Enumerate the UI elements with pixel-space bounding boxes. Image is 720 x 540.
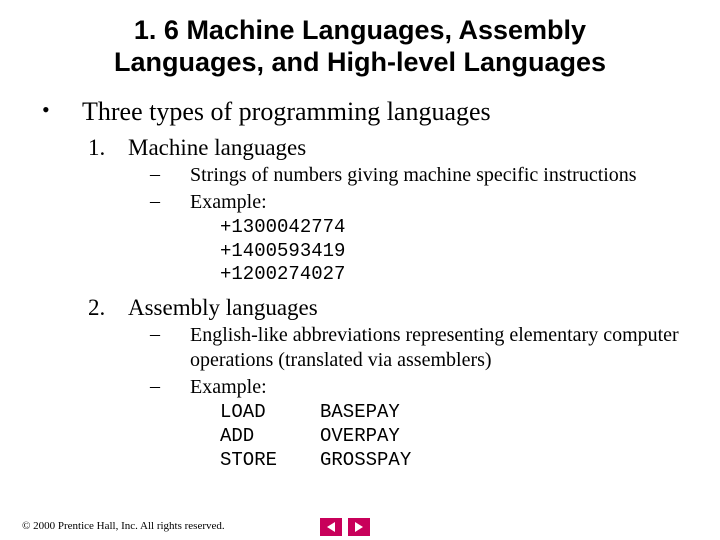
dash-item: – English-like abbreviations representin… — [150, 323, 690, 373]
slide: 1. 6 Machine Languages, Assembly Languag… — [0, 0, 720, 540]
code-line: +1200274027 — [220, 263, 690, 287]
nav-buttons — [320, 518, 370, 536]
asm-op: LOAD — [220, 401, 320, 425]
asm-op: ADD — [220, 425, 320, 449]
dash-marker: – — [150, 375, 190, 398]
dash-marker: – — [150, 323, 190, 346]
asm-arg: BASEPAY — [320, 401, 400, 425]
asm-arg: GROSSPAY — [320, 449, 411, 473]
footer: © 2000 Prentice Hall, Inc. All rights re… — [22, 520, 225, 532]
item-number: 1. — [88, 135, 128, 161]
bullet-text: Three types of programming languages — [82, 97, 491, 127]
machine-code-block: +1300042774 +1400593419 +1200274027 — [220, 216, 690, 287]
assembly-code-block: LOAD BASEPAY ADD OVERPAY STORE GROSSPAY — [220, 401, 690, 472]
asm-line: STORE GROSSPAY — [220, 449, 690, 473]
dash-text: English-like abbreviations representing … — [190, 323, 690, 373]
bullet-item: • Three types of programming languages — [42, 97, 690, 127]
numbered-item-2: 2. Assembly languages — [88, 295, 690, 321]
dash-text: Example: — [190, 375, 690, 400]
code-line: +1400593419 — [220, 240, 690, 264]
next-button[interactable] — [348, 518, 370, 536]
dash-item: – Strings of numbers giving machine spec… — [150, 163, 690, 188]
arrow-right-icon — [355, 522, 363, 532]
code-line: +1300042774 — [220, 216, 690, 240]
item-label: Machine languages — [128, 135, 306, 161]
dash-marker: – — [150, 163, 190, 186]
asm-line: LOAD BASEPAY — [220, 401, 690, 425]
bullet-marker: • — [42, 97, 82, 123]
asm-arg: OVERPAY — [320, 425, 400, 449]
dash-item: – Example: — [150, 375, 690, 400]
numbered-item-1: 1. Machine languages — [88, 135, 690, 161]
asm-line: ADD OVERPAY — [220, 425, 690, 449]
copyright-symbol: © — [22, 520, 30, 532]
item-number: 2. — [88, 295, 128, 321]
arrow-left-icon — [327, 522, 335, 532]
asm-op: STORE — [220, 449, 320, 473]
dash-text: Strings of numbers giving machine specif… — [190, 163, 690, 188]
footer-text: 2000 Prentice Hall, Inc. All rights rese… — [33, 520, 225, 532]
prev-button[interactable] — [320, 518, 342, 536]
dash-marker: – — [150, 190, 190, 213]
item-label: Assembly languages — [128, 295, 318, 321]
dash-item: – Example: — [150, 190, 690, 215]
slide-title: 1. 6 Machine Languages, Assembly Languag… — [70, 14, 650, 79]
dash-text: Example: — [190, 190, 690, 215]
